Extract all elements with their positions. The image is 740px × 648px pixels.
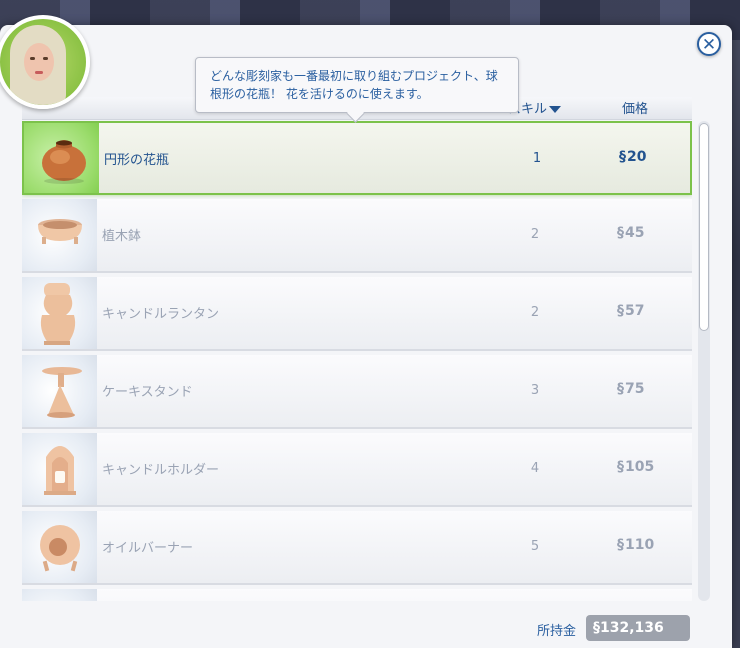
sort-descending-icon <box>549 106 562 113</box>
item-thumbnail <box>22 511 97 583</box>
item-name: キャンドルランタン <box>102 307 220 322</box>
item-thumbnail <box>22 277 97 349</box>
item-thumbnail <box>22 355 97 427</box>
item-skill-level: 4 <box>530 461 540 476</box>
item-name: キャンドルホルダー <box>102 463 220 478</box>
funds-amount: §132,136 <box>586 615 690 641</box>
list-item[interactable]: キャンドルランタン 2 §57 <box>22 277 692 351</box>
price-column-header[interactable]: 価格 <box>622 98 648 117</box>
item-name: オイルバーナー <box>102 541 194 556</box>
candle-lantern-icon <box>40 283 76 345</box>
item-name: 円形の花瓶 <box>104 153 170 168</box>
candle-holder-icon <box>44 446 76 495</box>
item-price: §20 <box>619 149 647 165</box>
item-price: §75 <box>617 381 645 397</box>
item-name: 植木鉢 <box>102 229 142 244</box>
list-item[interactable]: キャンドルホルダー 4 §105 <box>22 433 692 507</box>
item-thumbnail <box>24 123 99 193</box>
item-description-tooltip: どんな彫刻家も一番最初に取り組むプロジェクト、球根形の花瓶！ 花を活けるのに使え… <box>195 57 519 113</box>
item-skill-level: 2 <box>530 305 540 320</box>
item-price: §57 <box>617 303 645 319</box>
cake-stand-icon <box>42 367 82 418</box>
item-thumbnail <box>22 199 97 271</box>
list-item[interactable] <box>22 589 692 601</box>
list-item[interactable]: 植木鉢 2 §45 <box>22 199 692 273</box>
item-skill-level: 5 <box>530 539 540 554</box>
scrollbar-thumb[interactable] <box>699 123 709 331</box>
sim-avatar[interactable] <box>0 15 90 109</box>
round-vase-icon <box>42 140 86 184</box>
item-skill-level: 1 <box>532 151 542 166</box>
list-item[interactable]: オイルバーナー 5 §110 <box>22 511 692 585</box>
planter-icon <box>38 219 82 244</box>
item-skill-level: 2 <box>530 227 540 242</box>
list-item[interactable]: 円形の花瓶 1 §20 <box>22 121 692 195</box>
funds-label: 所持金 <box>537 624 577 639</box>
item-list: 円形の花瓶 1 §20 植木鉢 2 §45 キャンドルランタン 2 §57 ケー… <box>22 121 692 601</box>
item-price: §45 <box>617 225 645 241</box>
item-thumbnail <box>22 433 97 505</box>
item-price: §105 <box>617 459 655 475</box>
oil-burner-icon <box>40 525 80 572</box>
item-thumbnail <box>22 589 97 601</box>
item-name: ケーキスタンド <box>102 385 193 400</box>
item-skill-level: 3 <box>530 383 540 398</box>
close-icon[interactable]: ✕ <box>697 32 721 56</box>
item-price: §110 <box>617 537 655 553</box>
list-item[interactable]: ケーキスタンド 3 §75 <box>22 355 692 429</box>
